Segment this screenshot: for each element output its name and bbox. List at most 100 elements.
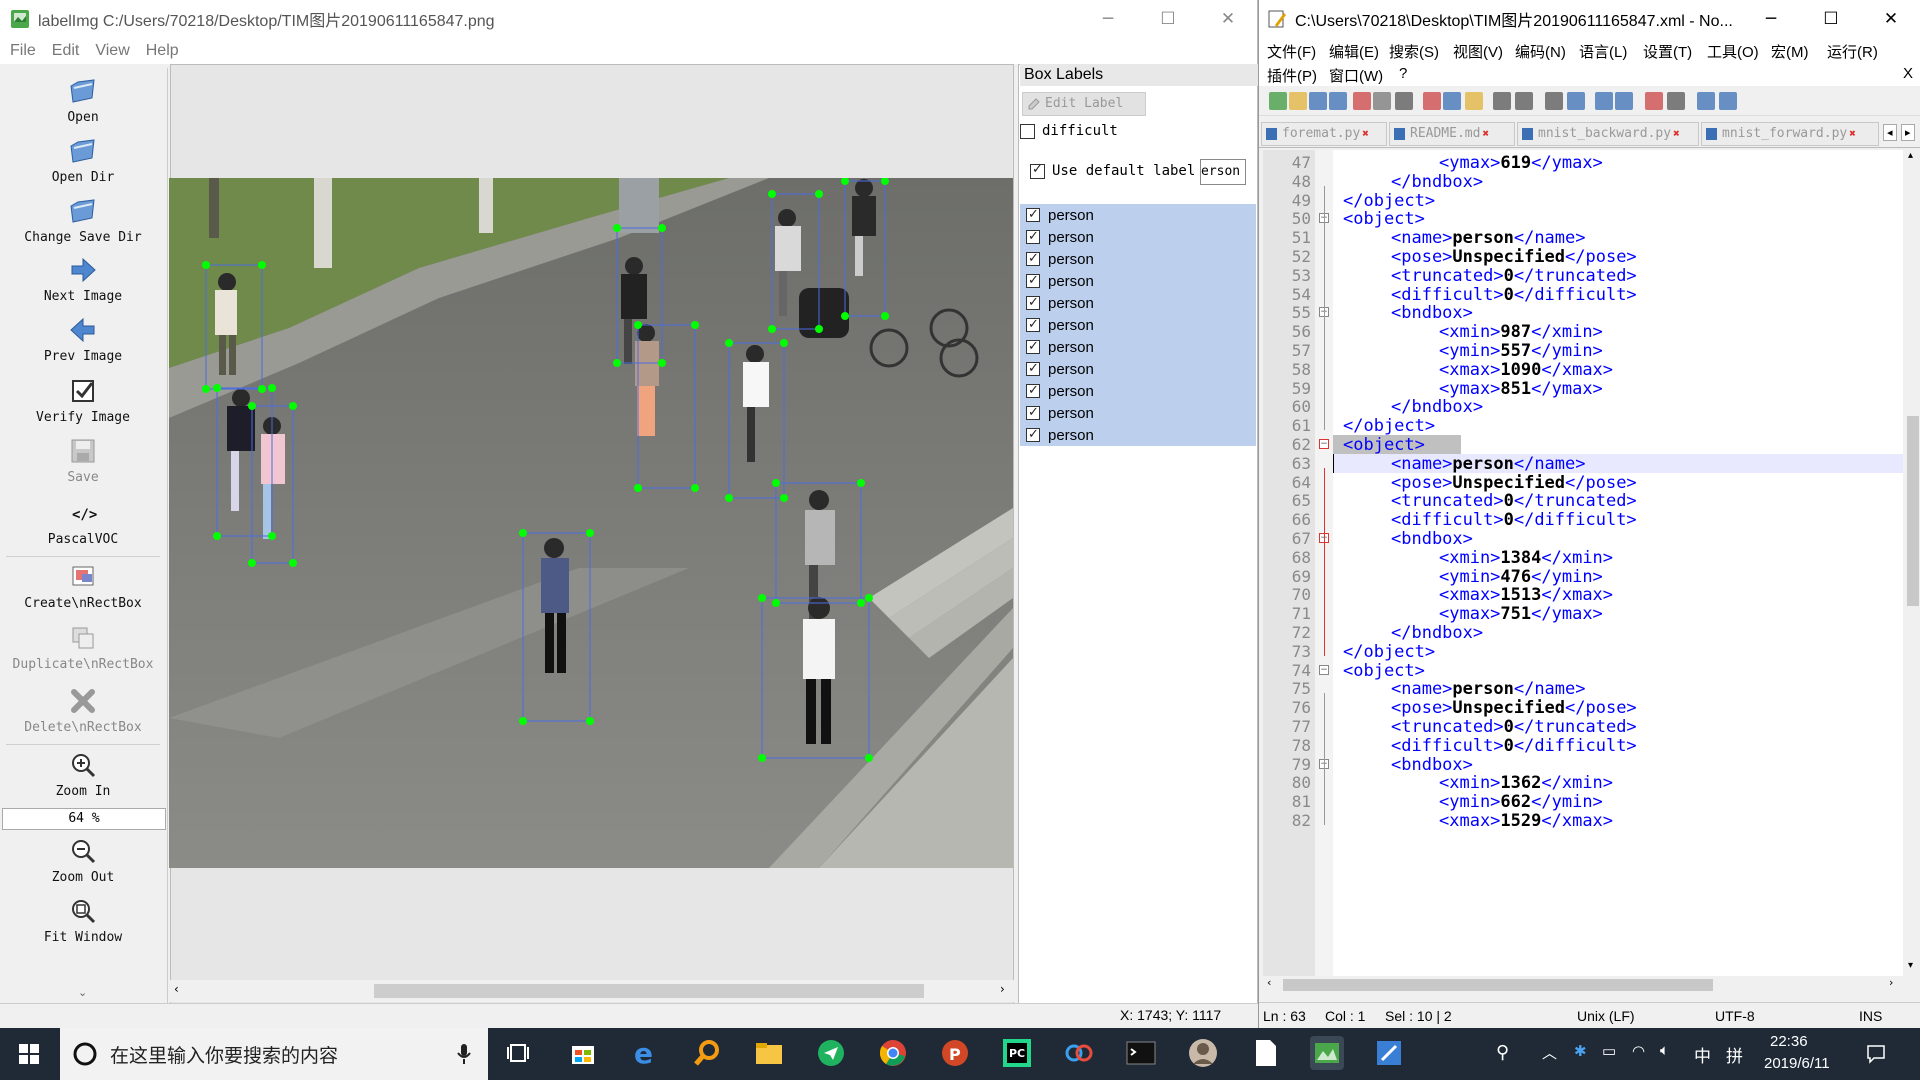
notepadpp-taskbar-icon[interactable] <box>1372 1036 1406 1070</box>
npp-menu-tools[interactable]: 工具(O) <box>1707 41 1759 62</box>
sync-horizontal-icon[interactable] <box>1667 92 1685 110</box>
delete-rectbox-button[interactable]: Delete\nRectBox <box>0 686 166 735</box>
npp-minimize-button[interactable]: ─ <box>1741 0 1801 38</box>
fit-window-button[interactable]: Fit Window <box>0 896 166 945</box>
open-dir-button[interactable]: Open Dir <box>0 136 166 185</box>
npp-menu-macro[interactable]: 宏(M) <box>1771 41 1809 62</box>
npp-menu-plugins[interactable]: 插件(P) <box>1267 65 1317 86</box>
replace-icon[interactable] <box>1567 92 1585 110</box>
npp-menu-search[interactable]: 搜索(S) <box>1389 41 1439 62</box>
minimize-button[interactable]: ─ <box>1078 0 1138 38</box>
canvas-horizontal-scrollbar[interactable]: ‹ › <box>170 980 1014 1002</box>
label-visibility-checkbox[interactable] <box>1026 228 1040 244</box>
labelimg-titlebar[interactable]: labelImg C:/Users/70218/Desktop/TIM图片201… <box>0 0 1257 38</box>
redo-icon[interactable] <box>1515 92 1533 110</box>
npp-menu-window[interactable]: 窗口(W) <box>1329 65 1383 86</box>
code-editor[interactable]: 47 <ymax>619</ymax> 48 </bndbox> 49 </object>… <box>1263 150 1903 976</box>
label-visibility-checkbox[interactable] <box>1026 272 1040 288</box>
label-list-item[interactable]: person <box>1020 402 1256 424</box>
tray-expand-icon[interactable]: ︿ <box>1542 1042 1557 1063</box>
editor-scroll-thumb[interactable] <box>1907 416 1919 606</box>
tab-mnist-backward[interactable]: mnist_backward.py ✖ <box>1517 122 1699 146</box>
microphone-icon[interactable] <box>456 1043 472 1065</box>
npp-menu-run[interactable]: 运行(R) <box>1827 41 1878 62</box>
label-visibility-checkbox[interactable] <box>1026 426 1040 442</box>
bluetooth-icon[interactable]: ✱ <box>1574 1042 1587 1060</box>
label-visibility-checkbox[interactable] <box>1026 382 1040 398</box>
print-icon[interactable] <box>1395 92 1413 110</box>
scrollbar-thumb[interactable] <box>374 984 924 998</box>
messenger-icon[interactable] <box>814 1036 848 1070</box>
tab-scroll-right-icon[interactable]: ▸ <box>1901 124 1915 141</box>
toolbar-more-icon[interactable]: ⌄ <box>78 986 87 999</box>
zoom-out-button[interactable]: Zoom Out <box>0 836 166 885</box>
scroll-down-icon[interactable]: ▾ <box>1908 960 1913 971</box>
editor-hscroll-thumb[interactable] <box>1283 979 1713 991</box>
npp-menu-encoding[interactable]: 编码(N) <box>1515 41 1566 62</box>
save-all-icon[interactable] <box>1329 92 1347 110</box>
use-default-label-checkbox[interactable] <box>1030 162 1045 179</box>
clock-time[interactable]: 22:36 <box>1770 1033 1808 1050</box>
search-app-icon[interactable] <box>690 1036 724 1070</box>
open-file-icon[interactable] <box>1289 92 1307 110</box>
label-visibility-checkbox[interactable] <box>1026 206 1040 222</box>
npp-menu-settings[interactable]: 设置(T) <box>1643 41 1692 62</box>
npp-close-button[interactable]: ✕ <box>1861 0 1920 38</box>
chrome-icon[interactable] <box>876 1036 910 1070</box>
scroll-right-icon[interactable]: › <box>1000 982 1005 996</box>
fold-toggle-icon[interactable]: − <box>1319 664 1329 675</box>
label-list-item[interactable]: person <box>1020 226 1256 248</box>
label-list-item[interactable]: person <box>1020 358 1256 380</box>
label-visibility-checkbox[interactable] <box>1026 316 1040 332</box>
label-list-item[interactable]: person <box>1020 380 1256 402</box>
clock-date[interactable]: 2019/6/11 <box>1764 1055 1830 1072</box>
find-icon[interactable] <box>1545 92 1563 110</box>
scroll-left-icon[interactable]: ‹ <box>174 982 179 996</box>
user-avatar-icon[interactable] <box>1186 1036 1220 1070</box>
menu-file[interactable]: File <box>10 42 36 60</box>
verify-image-button[interactable]: Verify Image <box>0 376 166 425</box>
menu-view[interactable]: View <box>95 42 129 60</box>
zoom-out-icon[interactable] <box>1615 92 1633 110</box>
open-button[interactable]: Open <box>0 76 166 125</box>
create-rectbox-button[interactable]: Create\nRectBox <box>0 562 166 611</box>
label-list-item[interactable]: person <box>1020 204 1256 226</box>
label-list-item[interactable]: person <box>1020 248 1256 270</box>
show-all-chars-icon[interactable] <box>1719 92 1737 110</box>
prev-image-button[interactable]: Prev Image <box>0 315 166 364</box>
hscroll-left-icon[interactable]: ‹ <box>1267 976 1271 989</box>
scroll-up-icon[interactable]: ▴ <box>1908 150 1913 161</box>
label-visibility-checkbox[interactable] <box>1026 338 1040 354</box>
label-list-item[interactable]: person <box>1020 314 1256 336</box>
label-visibility-checkbox[interactable] <box>1026 404 1040 420</box>
label-visibility-checkbox[interactable] <box>1026 360 1040 376</box>
new-file-icon[interactable] <box>1269 92 1287 110</box>
label-list-item[interactable]: person <box>1020 336 1256 358</box>
menu-help[interactable]: Help <box>146 42 179 60</box>
copy-icon[interactable] <box>1443 92 1461 110</box>
zoom-in-button[interactable]: Zoom In <box>0 750 166 799</box>
npp-menu-view[interactable]: 视图(V) <box>1453 41 1503 62</box>
wifi-icon[interactable]: ◠ <box>1632 1042 1645 1060</box>
save-button[interactable]: Save <box>0 436 166 485</box>
store-icon[interactable] <box>566 1036 600 1070</box>
npp-maximize-button[interactable]: ☐ <box>1801 0 1861 38</box>
fold-toggle-icon[interactable]: − <box>1319 439 1329 449</box>
npp-menu-language[interactable]: 语言(L) <box>1579 41 1627 62</box>
file-explorer-icon[interactable] <box>752 1036 786 1070</box>
hscroll-right-icon[interactable]: › <box>1889 976 1893 989</box>
ime-language[interactable]: 中 <box>1694 1042 1711 1067</box>
close-file-icon[interactable] <box>1353 92 1371 110</box>
volume-icon[interactable]: 🔈︎ <box>1660 1042 1669 1059</box>
label-visibility-checkbox[interactable] <box>1026 250 1040 266</box>
tab-mnist-forward[interactable]: mnist_forward.py ✖ <box>1701 122 1879 146</box>
edit-label-button[interactable]: Edit Label <box>1022 92 1146 116</box>
annotated-photo[interactable] <box>169 178 1013 868</box>
label-visibility-checkbox[interactable] <box>1026 294 1040 310</box>
baidu-netdisk-icon[interactable] <box>1062 1036 1096 1070</box>
undo-icon[interactable] <box>1493 92 1511 110</box>
pascalvoc-button[interactable]: </> PascalVOC <box>0 498 166 547</box>
document-icon[interactable] <box>1248 1036 1282 1070</box>
editor-horizontal-scrollbar[interactable]: ‹ › <box>1263 976 1903 994</box>
next-image-button[interactable]: Next Image <box>0 255 166 304</box>
